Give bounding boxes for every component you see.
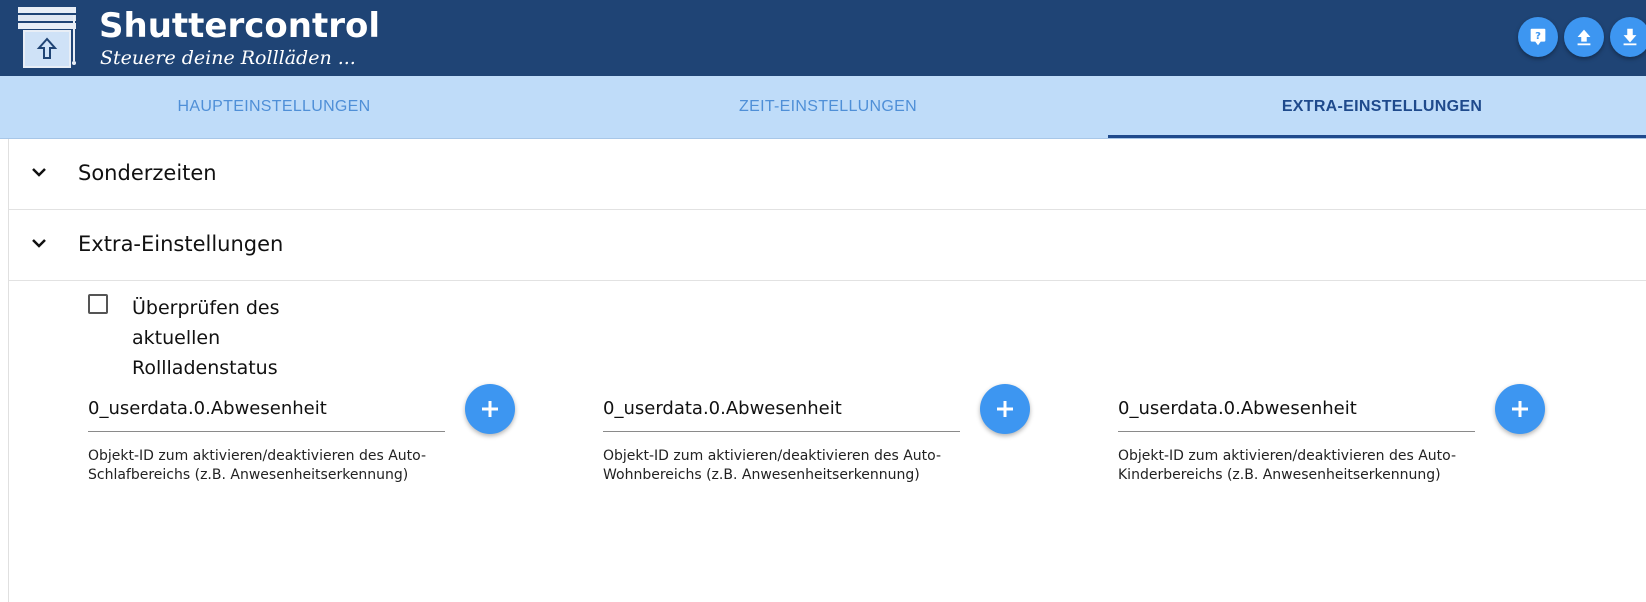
download-icon [1623,28,1637,46]
wohnbereich-add-button[interactable] [980,384,1030,434]
rollladenstatus-checkbox[interactable] [88,294,108,314]
field-group-kinderbereich: Objekt-ID zum aktivieren/deaktivieren de… [1118,384,1558,526]
kinderbereich-object-id-input[interactable] [1118,386,1475,432]
field-group-wohnbereich: Objekt-ID zum aktivieren/deaktivieren de… [603,384,1043,526]
wohnbereich-helper-text: Objekt-ID zum aktivieren/deaktivieren de… [603,448,942,483]
active-tab-indicator [1108,135,1646,138]
tab-zeit-einstellungen[interactable]: ZEIT-EINSTELLUNGEN [554,76,1102,138]
chevron-down-icon [32,239,46,248]
section-title-sonderzeiten: Sonderzeiten [78,161,217,185]
kinderbereich-helper-text: Objekt-ID zum aktivieren/deaktivieren de… [1118,448,1457,483]
help-icon: ? [1530,28,1546,46]
plus-icon [482,401,498,417]
rollladenstatus-checkbox-label: Überprüfen des aktuellen Rollladenstatus [132,297,280,379]
schlafbereich-object-id-input[interactable] [88,386,445,432]
section-title-extra-einstellungen: Extra-Einstellungen [78,232,284,256]
shutter-logo-icon [18,7,76,68]
app-window: Shuttercontrol Steuere deine Rollläden .… [0,0,1646,602]
kinderbereich-add-button[interactable] [1495,384,1545,434]
download-button[interactable] [1610,17,1646,57]
app-subtitle: Steuere deine Rollläden ... [100,47,356,69]
plus-icon [997,401,1013,417]
app-title: Shuttercontrol [99,6,380,46]
field-group-schlafbereich: Objekt-ID zum aktivieren/deaktivieren de… [88,384,528,526]
section-header-extra-einstellungen[interactable]: Extra-Einstellungen [9,210,1646,281]
plus-icon [1512,401,1528,417]
chevron-down-icon [32,168,46,177]
tab-bar: HAUPTEINSTELLUNGEN ZEIT-EINSTELLUNGEN EX… [0,76,1646,139]
schlafbereich-helper-text: Objekt-ID zum aktivieren/deaktivieren de… [88,448,427,483]
upload-icon [1577,29,1591,46]
svg-text:?: ? [1535,31,1541,42]
wohnbereich-object-id-input[interactable] [603,386,960,432]
upload-button[interactable] [1564,17,1604,57]
tab-haupteinstellungen[interactable]: HAUPTEINSTELLUNGEN [0,76,548,138]
section-header-sonderzeiten[interactable]: Sonderzeiten [9,139,1646,210]
settings-content: Sonderzeiten Extra-Einstellungen Überprü… [0,139,1646,602]
app-header: Shuttercontrol Steuere deine Rollläden .… [0,0,1646,76]
help-button[interactable]: ? [1518,17,1558,57]
tab-extra-einstellungen[interactable]: EXTRA-EINSTELLUNGEN [1108,76,1646,138]
schlafbereich-add-button[interactable] [465,384,515,434]
